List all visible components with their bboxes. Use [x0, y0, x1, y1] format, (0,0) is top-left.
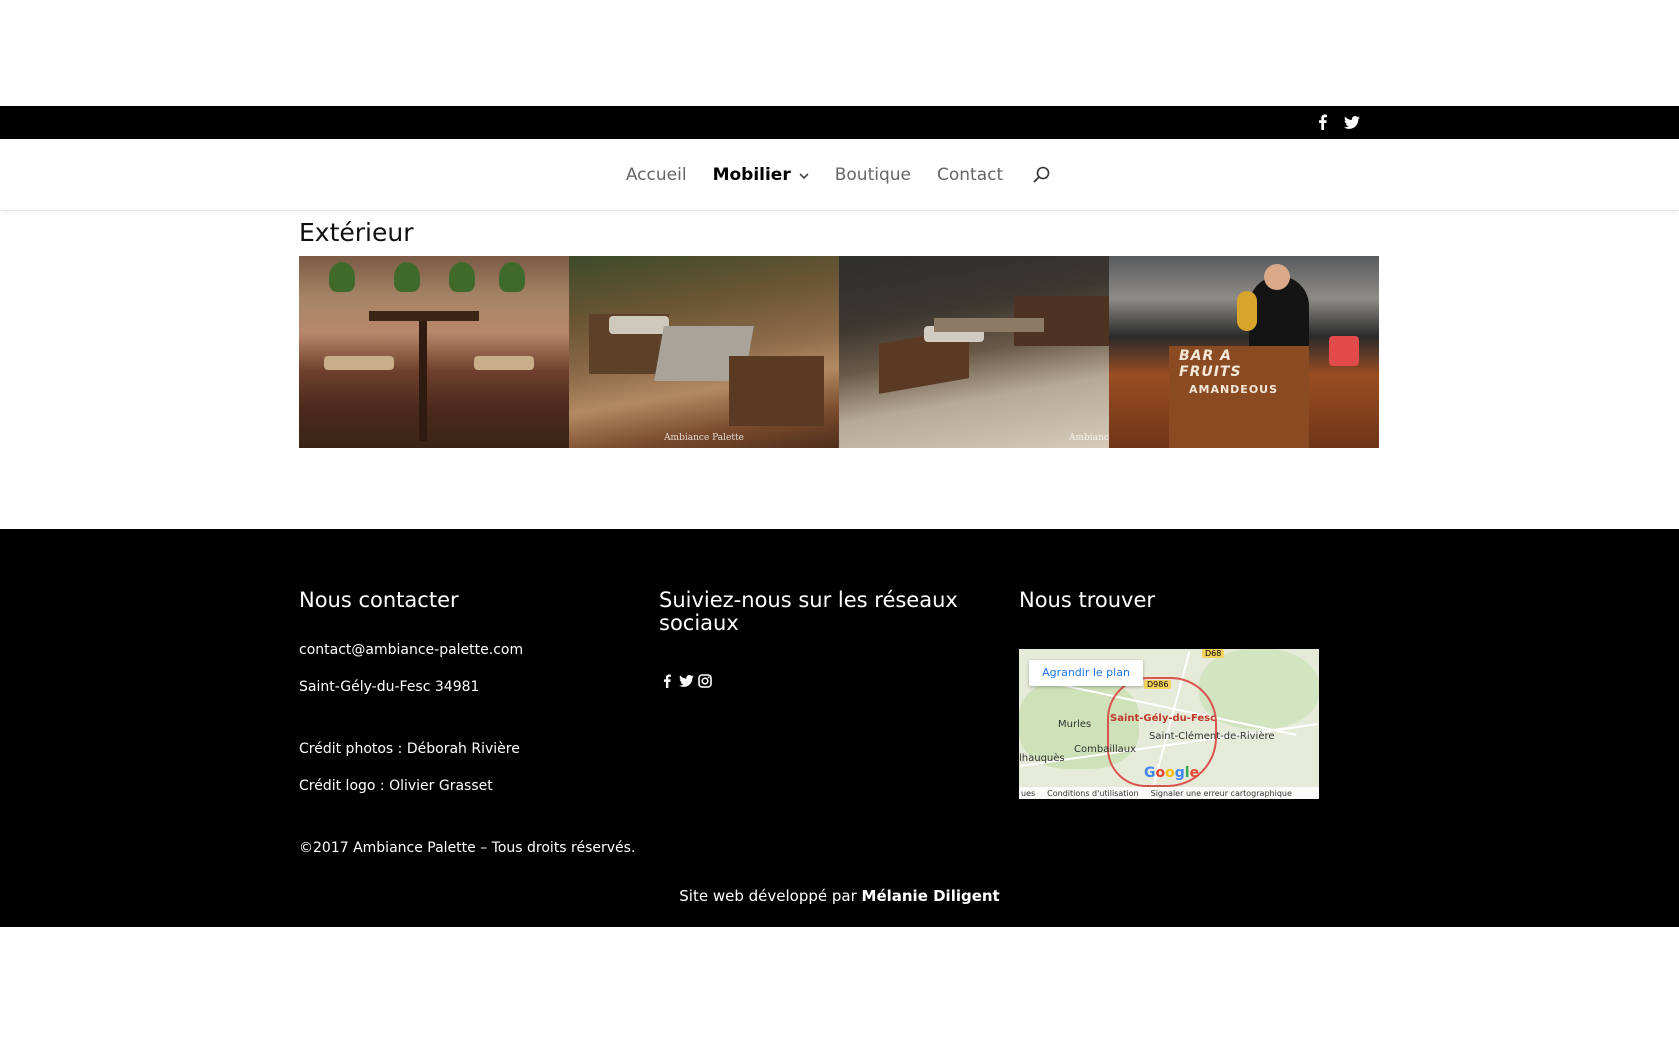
search-icon[interactable] [1031, 164, 1053, 186]
map-label-combaillaux: Combaillaux [1074, 744, 1137, 755]
photo-gallery: Ambiance Palette Ambiance BAR A FRUITS A… [299, 256, 1380, 448]
main-nav: Accueil Mobilier Boutique Contact [0, 164, 1679, 186]
gallery-photo-terrace-lounge[interactable]: Ambiance Palette [569, 256, 839, 448]
plant-shape [499, 262, 525, 292]
site-footer: Nous contacter contact@ambiance-palette.… [0, 529, 1679, 927]
nav-item-mobilier-label: Mobilier [712, 165, 791, 185]
fruit-bar-sign: BAR A FRUITS [1179, 348, 1242, 380]
contact-email[interactable]: contact@ambiance-palette.com [299, 642, 523, 658]
footer-contact-column: Nous contacter contact@ambiance-palette.… [299, 588, 635, 857]
map-footer-truncated: ues [1021, 788, 1036, 798]
fruit-skewer-shape [1237, 291, 1257, 331]
gallery-photo-fruit-bar[interactable]: BAR A FRUITS AMANDEOUS [1109, 256, 1379, 448]
stool-cushion-shape [474, 356, 534, 370]
topbar-social-links [1313, 112, 1361, 132]
gallery-photo-balcony-table[interactable] [299, 256, 569, 448]
pallet-shape [729, 356, 824, 426]
instagram-icon[interactable] [697, 672, 713, 690]
table-shape [934, 318, 1044, 332]
chevron-down-icon [799, 170, 809, 183]
twitter-icon[interactable] [678, 672, 694, 690]
map-label-lhauques: lhauquès [1019, 753, 1065, 764]
nav-item-contact[interactable]: Contact [937, 165, 1003, 185]
nav-item-boutique[interactable]: Boutique [835, 165, 911, 185]
main-content: Extérieur Ambiance Palette Ambiance [299, 214, 1380, 448]
nav-item-accueil[interactable]: Accueil [626, 165, 687, 185]
logo-credit: Crédit logo : Olivier Grasset [299, 778, 493, 794]
plant-shape [449, 262, 475, 292]
map-label-murles: Murles [1058, 719, 1092, 730]
gallery-photo-courtyard-set[interactable]: Ambiance [839, 256, 1109, 448]
table-leg-shape [419, 321, 427, 441]
footer-contact-heading: Nous contacter [299, 588, 459, 612]
top-blank-area [0, 0, 1679, 106]
developer-credit: Site web développé par Mélanie Diligent [0, 887, 1679, 905]
top-bar [0, 106, 1679, 139]
photo-watermark: Ambiance Palette [664, 433, 744, 443]
facebook-icon[interactable] [659, 672, 675, 690]
google-map[interactable]: D68 D986 Agrandir le plan Saint-Gély-du-… [1019, 649, 1319, 799]
map-label-saint-clement: Saint-Clément-de-Rivière [1149, 731, 1275, 742]
contact-city: Saint-Gély-du-Fesc 34981 [299, 679, 480, 695]
developer-credit-prefix: Site web développé par [679, 887, 862, 905]
plant-shape [329, 262, 355, 292]
red-chair-shape [1329, 336, 1359, 366]
stool-cushion-shape [324, 356, 394, 370]
bottom-blank-area [0, 927, 1679, 1050]
person-head-shape [1264, 264, 1290, 290]
facebook-icon[interactable] [1313, 112, 1331, 132]
map-footer-links: ues Conditions d'utilisation Signaler un… [1019, 787, 1319, 799]
photo-credit: Crédit photos : Déborah Rivière [299, 741, 520, 757]
table-top-shape [369, 311, 479, 321]
footer-social-heading: Suiviez-nous sur les réseaux sociaux [659, 588, 958, 635]
footer-social-column: Suiviez-nous sur les réseaux sociaux [659, 588, 989, 688]
footer-social-links [659, 672, 713, 690]
google-logo: Google [1144, 765, 1200, 781]
page-title: Extérieur [299, 218, 414, 247]
main-header: Accueil Mobilier Boutique Contact [0, 139, 1679, 210]
map-label-saint-gely: Saint-Gély-du-Fesc [1110, 713, 1217, 724]
photo-watermark: Ambiance [1069, 433, 1109, 443]
map-report-link[interactable]: Signaler une erreur cartographique [1151, 789, 1292, 798]
nav-item-mobilier[interactable]: Mobilier [713, 165, 809, 185]
plant-shape [394, 262, 420, 292]
fruit-bar-subsign: AMANDEOUS [1189, 383, 1279, 396]
enlarge-map-button[interactable]: Agrandir le plan [1029, 660, 1143, 686]
developer-name[interactable]: Mélanie Diligent [862, 887, 1000, 905]
footer-map-heading: Nous trouver [1019, 588, 1156, 612]
map-terms-link[interactable]: Conditions d'utilisation [1047, 789, 1138, 798]
road-shield-d68: D68 [1202, 649, 1225, 658]
footer-map-column: Nous trouver D68 D986 Agrandir le plan S… [1019, 588, 1349, 799]
cushion-shape [609, 316, 669, 334]
road-shield-d986: D986 [1144, 680, 1172, 689]
twitter-icon[interactable] [1343, 112, 1361, 132]
copyright: ©2017 Ambiance Palette – Tous droits rés… [299, 840, 636, 856]
